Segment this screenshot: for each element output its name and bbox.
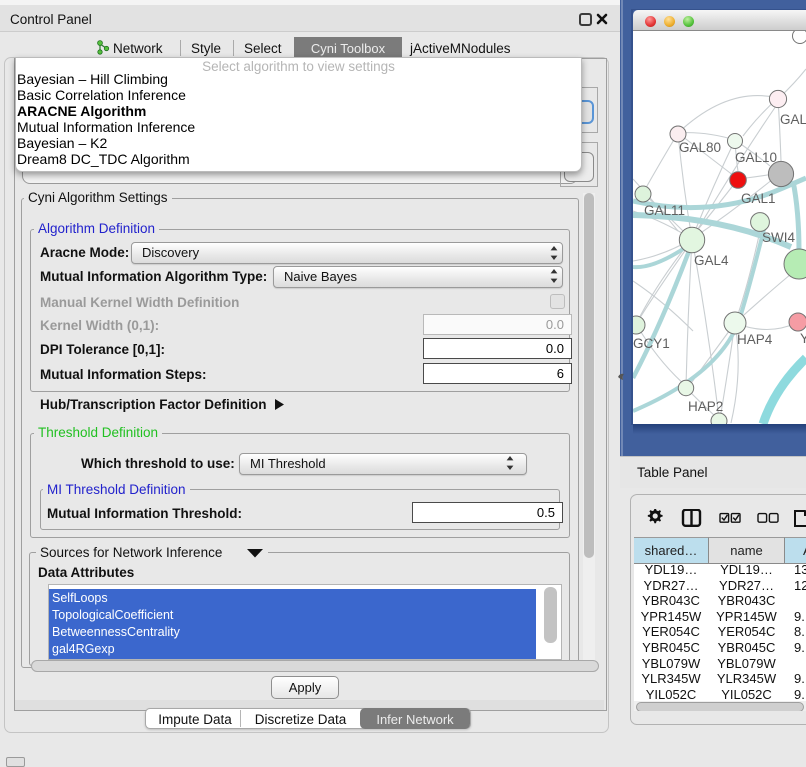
svg-text:GAL80: GAL80 xyxy=(679,140,721,155)
svg-text:GAL11: GAL11 xyxy=(644,203,685,218)
svg-text:SWI4: SWI4 xyxy=(762,230,795,245)
svg-text:GAL4: GAL4 xyxy=(694,253,729,268)
svg-text:Y: Y xyxy=(800,331,806,346)
svg-text:HAP4: HAP4 xyxy=(737,332,773,347)
svg-text:GCY1: GCY1 xyxy=(633,336,670,351)
svg-text:GAL1: GAL1 xyxy=(741,191,776,206)
svg-text:HAP2: HAP2 xyxy=(688,399,723,414)
svg-text:GAL10: GAL10 xyxy=(735,150,777,165)
svg-text:GAL7: GAL7 xyxy=(780,112,806,127)
